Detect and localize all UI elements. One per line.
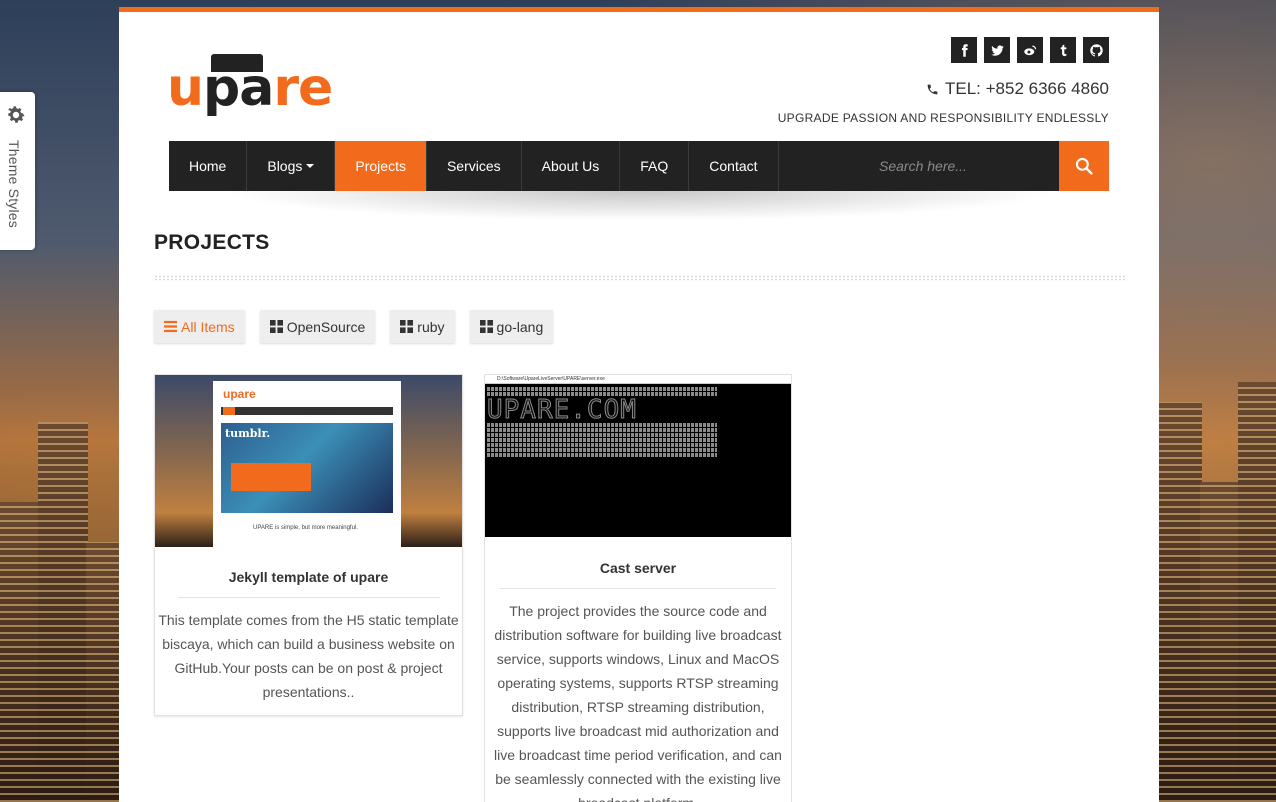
project-title[interactable]: Jekyll template of upare	[155, 569, 462, 585]
nav-item-contact[interactable]: Contact	[689, 141, 779, 191]
project-card[interactable]: D:\Software\UpareLiveServer\UPARE\server…	[484, 374, 792, 802]
nav-item-home[interactable]: Home	[169, 141, 248, 191]
project-description: This template comes from the H5 static t…	[158, 612, 459, 700]
filter-all-items[interactable]: All Items	[154, 310, 245, 343]
phone-icon	[927, 84, 938, 94]
search-button[interactable]	[1059, 141, 1109, 191]
twitter-icon[interactable]	[984, 37, 1010, 63]
grid-icon	[269, 320, 283, 333]
nav-item-about-us[interactable]: About Us	[522, 141, 621, 191]
social-links	[951, 37, 1109, 63]
page-title: PROJECTS	[154, 231, 270, 254]
dotted-divider	[154, 275, 1126, 281]
project-filters: All Items OpenSource ruby go-lang	[154, 310, 554, 343]
project-description: The project provides the source code and…	[494, 603, 782, 802]
divider	[500, 588, 776, 589]
phone-number: TEL: +852 6366 4860	[945, 79, 1109, 98]
search-input[interactable]	[869, 141, 1059, 191]
search-icon	[1075, 157, 1093, 175]
search-box	[869, 141, 1109, 191]
theme-styles-tab[interactable]: Theme Styles	[0, 92, 35, 250]
grid-icon	[479, 320, 493, 333]
background-city-right	[1158, 372, 1276, 802]
site-logo[interactable]: upare	[167, 54, 347, 124]
divider	[177, 597, 440, 598]
tumblr-icon[interactable]	[1050, 37, 1076, 63]
page-container: upare TEL: +852 6366 4860 UPGRADE PASSIO…	[119, 7, 1159, 802]
nav-shadow	[219, 191, 1059, 221]
nav-item-services[interactable]: Services	[427, 141, 522, 191]
nav-item-blogs[interactable]: Blogs	[247, 141, 336, 191]
main-nav: Home Blogs Projects Services About Us FA…	[169, 141, 1109, 191]
site-tagline: UPGRADE PASSION AND RESPONSIBILITY ENDLE…	[777, 111, 1109, 125]
background-city-left	[0, 382, 120, 802]
phone-contact: TEL: +852 6366 4860	[926, 79, 1109, 99]
project-thumbnail[interactable]: upare tumblr. UPARE is simple, but more …	[155, 375, 462, 547]
project-title[interactable]: Cast server	[485, 560, 791, 576]
project-thumbnail[interactable]: D:\Software\UpareLiveServer\UPARE\server…	[485, 375, 791, 537]
theme-styles-label: Theme Styles	[6, 140, 22, 228]
list-icon	[164, 320, 177, 333]
gear-icon	[8, 106, 25, 123]
nav-item-projects[interactable]: Projects	[335, 141, 427, 191]
grid-icon	[400, 320, 414, 333]
filter-ruby[interactable]: ruby	[390, 310, 455, 343]
github-icon[interactable]	[1083, 37, 1109, 63]
filter-go-lang[interactable]: go-lang	[469, 310, 554, 343]
filter-opensource[interactable]: OpenSource	[259, 310, 376, 343]
facebook-icon[interactable]	[951, 37, 977, 63]
weibo-icon[interactable]	[1017, 37, 1043, 63]
nav-item-faq[interactable]: FAQ	[620, 141, 690, 191]
project-card[interactable]: upare tumblr. UPARE is simple, but more …	[154, 374, 463, 716]
caret-down-icon	[306, 164, 315, 168]
